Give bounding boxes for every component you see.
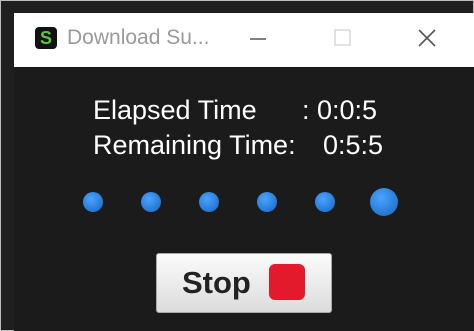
progress-dot [141,192,161,212]
progress-dot [83,192,103,212]
maximize-button[interactable] [306,13,378,67]
remaining-time-label: Remaining Time: [93,130,296,160]
download-window: S Download Su... Elapsed Time : 0:0:5 Re… [0,0,474,331]
window-title: Download Su... [67,26,210,49]
remaining-time-value: 0:5:5 [323,130,384,160]
progress-dot-active [370,188,398,216]
stop-button[interactable]: Stop [156,253,332,313]
elapsed-time-label: Elapsed Time [93,95,257,125]
progress-dot [257,192,277,212]
download-status-panel: Elapsed Time : 0:0:5 Remaining Time: 0:5… [14,67,474,331]
close-icon [418,29,436,47]
minimize-icon [250,38,266,40]
title-bar[interactable]: S Download Su... [14,13,474,67]
app-logo-icon: S [35,27,57,49]
progress-dot [315,192,335,212]
close-button[interactable] [392,13,464,67]
minimize-button[interactable] [220,13,292,67]
elapsed-time-value: : 0:0:5 [302,95,378,125]
maximize-icon [334,29,351,46]
progress-dot [199,192,219,212]
stop-button-label: Stop [182,265,251,300]
stop-square-icon [269,264,305,300]
